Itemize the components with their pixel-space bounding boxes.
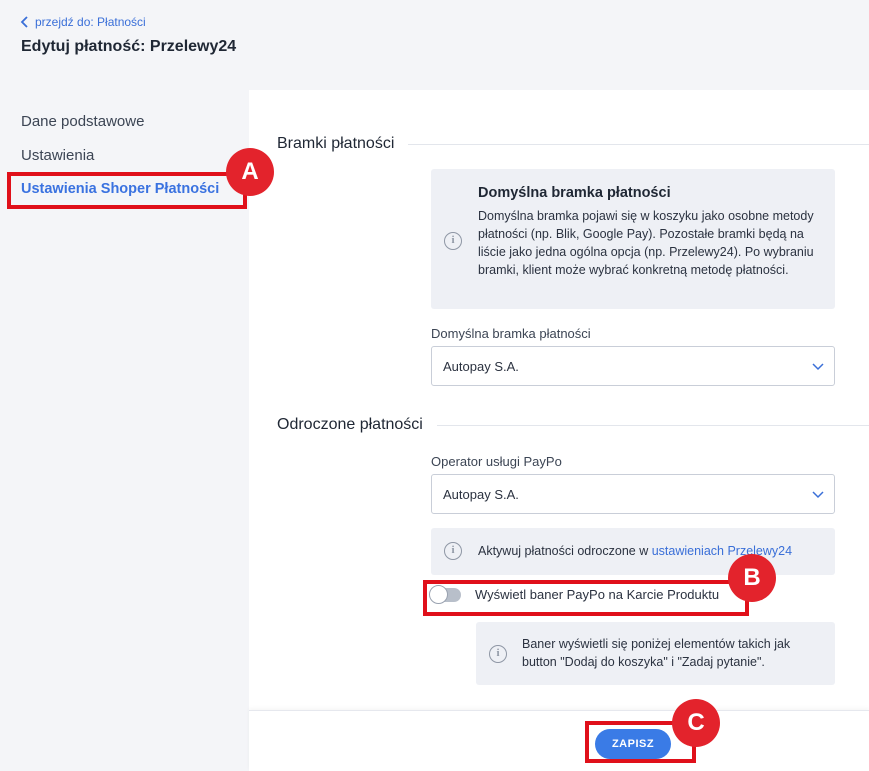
przelewy24-settings-link[interactable]: ustawieniach Przelewy24 (652, 544, 792, 558)
default-gateway-info-box: i Domyślna bramka płatności Domyślna bra… (431, 169, 835, 309)
default-gateway-select[interactable]: Autopay S.A. (431, 346, 835, 386)
chevron-left-icon (20, 16, 28, 28)
deferred-info-text: Aktywuj płatności odroczone w ustawienia… (478, 542, 828, 560)
info-icon: i (444, 232, 462, 250)
default-gateway-value: Autopay S.A. (443, 359, 519, 374)
sidebar-item-basic-data[interactable]: Dane podstawowe (21, 113, 144, 130)
paypo-operator-value: Autopay S.A. (443, 487, 519, 502)
chevron-down-icon (812, 363, 824, 371)
page-header: przejdź do: Płatności Edytuj płatność: P… (0, 0, 869, 90)
highlight-box-b (423, 580, 749, 616)
info-text: Domyślna bramka pojawi się w koszyku jak… (478, 209, 814, 277)
section-title-gateways: Bramki płatności (277, 135, 409, 153)
deferred-info-box: i Aktywuj płatności odroczone w ustawien… (431, 528, 835, 575)
back-link[interactable]: przejdź do: Płatności (20, 15, 146, 29)
highlight-box-a (7, 172, 247, 209)
marker-b: B (728, 554, 776, 602)
main-content: Bramki płatności i Domyślna bramka płatn… (249, 90, 869, 771)
info-icon: i (444, 542, 462, 560)
info-icon: i (489, 645, 507, 663)
deferred-info-prefix: Aktywuj płatności odroczone w (478, 544, 652, 558)
back-link-label: przejdź do: Płatności (35, 15, 146, 29)
banner-info-box: i Baner wyświetli się poniżej elementów … (476, 622, 835, 685)
banner-info-text: Baner wyświetli się poniżej elementów ta… (522, 637, 791, 669)
section-title-deferred: Odroczone płatności (277, 416, 437, 434)
paypo-operator-label: Operator usługi PayPo (431, 454, 562, 469)
marker-a: A (226, 148, 274, 196)
marker-c: C (672, 699, 720, 747)
chevron-down-icon (812, 491, 824, 499)
paypo-operator-select[interactable]: Autopay S.A. (431, 474, 835, 514)
sidebar-item-settings[interactable]: Ustawienia (21, 147, 94, 164)
page-title: Edytuj płatność: Przelewy24 (21, 38, 237, 55)
footer-bar: ZAPISZ (249, 710, 869, 771)
default-gateway-label: Domyślna bramka płatności (431, 326, 591, 341)
info-title: Domyślna bramka płatności (478, 185, 671, 201)
